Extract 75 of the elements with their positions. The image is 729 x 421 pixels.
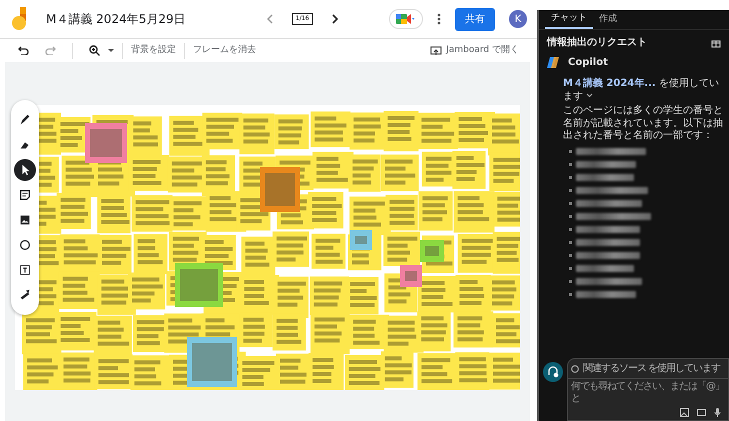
sticky-note: [97, 194, 130, 234]
laser-icon: [18, 288, 32, 302]
sticky-note: [489, 352, 520, 390]
sticky-note: [418, 353, 458, 390]
sticky-note: [94, 316, 132, 356]
sticky-note: [272, 232, 309, 267]
blurred-list-item: [569, 224, 640, 234]
panel-tab[interactable]: チャット: [545, 10, 593, 30]
sticky-note: [488, 275, 520, 311]
source-selector[interactable]: 関連するソース を使用しています: [567, 358, 729, 379]
select-tool[interactable]: [14, 159, 36, 181]
sticky-note: [386, 194, 418, 230]
blurred-list-item: [569, 238, 640, 246]
more-icon[interactable]: [437, 13, 441, 25]
note-icon: [18, 188, 32, 202]
open-in-jamboard-button[interactable]: Jamboard で開く: [422, 44, 527, 58]
sticky-note: [418, 191, 453, 231]
blurred-list-item: [569, 160, 636, 168]
sticky-note: [310, 112, 350, 148]
copilot-logo: [547, 56, 560, 69]
image-icon: [18, 213, 32, 227]
blurred-list-item: [569, 264, 634, 272]
sticky-note: [348, 154, 381, 192]
previous-frame-icon[interactable]: [266, 14, 274, 24]
sticky-note: [175, 263, 223, 307]
sticky-note: [452, 151, 486, 189]
zoom-icon[interactable]: [89, 45, 100, 56]
panel-tab[interactable]: 作成: [593, 10, 623, 28]
pen-icon: [18, 113, 32, 127]
assistant-name: Copilot: [568, 56, 608, 70]
textbox-icon: [18, 263, 32, 277]
sticky-note: [272, 314, 306, 350]
blurred-list-item: [569, 250, 640, 260]
set-background-button[interactable]: 背景を設定: [123, 44, 184, 58]
sticky-note: [170, 196, 208, 230]
sticky-note: [381, 154, 419, 192]
sticky-note: [260, 167, 300, 212]
screenshot-icon[interactable]: [697, 408, 706, 417]
sticky-note: [384, 111, 418, 152]
sticky-note: [98, 234, 132, 274]
sticky-note: [134, 234, 168, 274]
sticky-note: [239, 114, 274, 154]
next-frame-icon[interactable]: [331, 14, 340, 24]
board-title[interactable]: M４講義 2024年5月29日: [46, 10, 186, 28]
clear-frame-button[interactable]: フレームを消去: [185, 44, 264, 58]
sticky-note: [456, 275, 491, 314]
circle-icon: [18, 238, 32, 252]
sticky-note: [312, 234, 346, 269]
image-icon[interactable]: [680, 408, 689, 417]
sticky-note: [488, 114, 520, 156]
conversation-title: 情報抽出のリクエスト: [546, 36, 648, 50]
video-call-icon[interactable]: [389, 9, 423, 29]
sticky-note: [60, 352, 98, 390]
chat-input[interactable]: 何でも尋ねてください、または「@」と: [567, 379, 729, 421]
blurred-list-item: [569, 290, 636, 298]
clock-icon: [571, 364, 579, 372]
sticky-note: [308, 192, 344, 228]
sticky-note: [489, 152, 520, 191]
undo-icon[interactable]: [18, 46, 29, 55]
source-line: M４講義 2024年... を使用しています: [562, 78, 720, 104]
sticky-note: [132, 195, 172, 232]
share-button[interactable]: 共有: [455, 8, 495, 30]
sticky-note: [85, 123, 127, 163]
sticky-note: [454, 311, 494, 348]
sticky-note: [346, 277, 378, 314]
sticky-note: [56, 312, 96, 350]
caret-icon[interactable]: [108, 48, 114, 52]
response-text: このページには多くの学生の番号と名前が記載されています。以下は抽出された番号と名前の一部です：: [562, 105, 724, 142]
sticky-note: [344, 355, 384, 390]
blurred-list-item: [569, 172, 634, 182]
microphone-icon[interactable]: [714, 408, 721, 417]
upload-icon: [430, 46, 442, 56]
sticky-note: [492, 313, 520, 348]
sticky-note: [274, 114, 309, 150]
account-avatar[interactable]: K: [509, 10, 527, 28]
